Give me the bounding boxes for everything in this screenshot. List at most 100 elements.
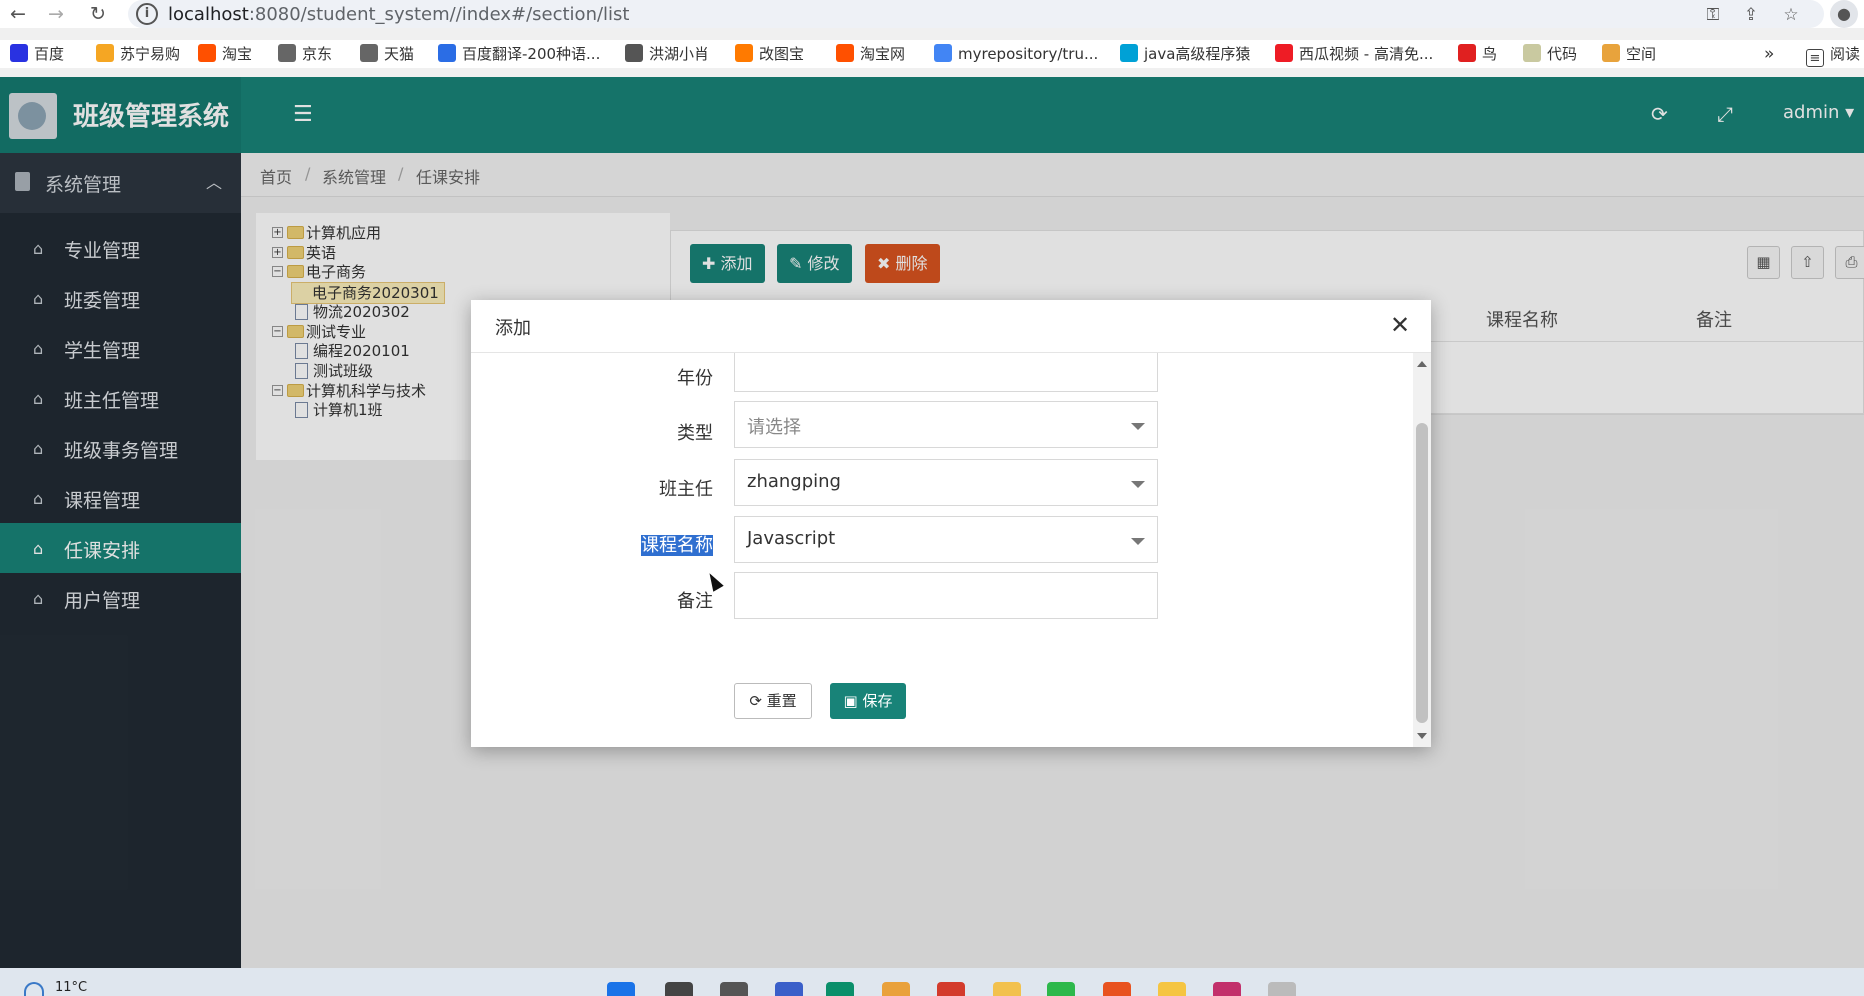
bookmark-item[interactable]: 百度翻译-200种语... xyxy=(438,42,600,66)
bookmark-label: 空间 xyxy=(1626,45,1657,63)
search-icon[interactable] xyxy=(665,982,693,996)
chrome-icon xyxy=(934,44,952,62)
course-select[interactable]: Javascript xyxy=(734,516,1158,563)
caret-down-icon xyxy=(1131,538,1145,545)
chrome-active-icon[interactable] xyxy=(937,982,965,996)
dialog-body: 年份 类型 请选择 班主任 zhangping 课程名称 Javascript … xyxy=(471,353,1413,747)
bookmark-item[interactable]: 苏宁易购 xyxy=(96,42,180,66)
url-field[interactable]: i localhost:8080/student_system//index#/… xyxy=(128,0,1824,28)
teacher-label: 班主任 xyxy=(659,479,713,500)
year-label: 年份 xyxy=(677,368,713,389)
remark-input[interactable] xyxy=(734,572,1158,619)
bookmark-label: 天猫 xyxy=(384,45,415,63)
globe-icon xyxy=(360,44,378,62)
bookmark-item[interactable]: 淘宝网 xyxy=(836,42,905,66)
teacher-select[interactable]: zhangping xyxy=(734,459,1158,506)
reload-icon[interactable]: ↻ xyxy=(86,2,110,26)
xigua-icon xyxy=(1275,44,1293,62)
save-button-label: 保存 xyxy=(862,692,893,710)
reset-button[interactable]: ⟳ 重置 xyxy=(734,683,812,719)
media-icon[interactable] xyxy=(1103,982,1131,996)
save-icon: ▣ xyxy=(843,692,858,710)
type-label: 类型 xyxy=(677,423,713,444)
url-path: :8080/student_system//index#/section/lis… xyxy=(248,4,630,25)
bookmark-label: 鸟 xyxy=(1482,45,1498,63)
reading-list-label: 阅读 xyxy=(1830,45,1861,63)
image-icon xyxy=(735,44,753,62)
bookmark-label: 苏宁易购 xyxy=(120,45,181,63)
baidu-icon xyxy=(10,44,28,62)
bookmark-item[interactable]: 京东 xyxy=(278,42,332,66)
bookmark-item[interactable]: 空间 xyxy=(1602,42,1656,66)
taskview-icon[interactable] xyxy=(720,982,748,996)
type-select[interactable]: 请选择 xyxy=(734,401,1158,448)
app-icon[interactable] xyxy=(775,982,803,996)
scroll-down-arrow-icon[interactable] xyxy=(1417,733,1427,739)
course-select-value: Javascript xyxy=(747,528,836,549)
bookmark-item[interactable]: 洪湖小肖 xyxy=(625,42,709,66)
site-info-icon[interactable]: i xyxy=(136,3,158,25)
back-arrow-icon[interactable]: ← xyxy=(6,2,30,26)
scroll-thumb[interactable] xyxy=(1416,423,1428,723)
app-icon[interactable] xyxy=(1268,982,1296,996)
browser-address-bar: ← → ↻ i localhost:8080/student_system//i… xyxy=(0,0,1864,28)
caret-down-icon xyxy=(1131,423,1145,430)
translate-icon xyxy=(438,44,456,62)
bookmark-item[interactable]: 天猫 xyxy=(360,42,414,66)
remark-label: 备注 xyxy=(677,591,713,612)
profile-icon[interactable]: ● xyxy=(1830,0,1858,28)
bookmark-item[interactable]: 百度 xyxy=(10,42,64,66)
bookmark-label: java高级程序猿 xyxy=(1144,45,1251,63)
type-select-placeholder: 请选择 xyxy=(747,417,801,438)
scroll-up-arrow-icon[interactable] xyxy=(1417,361,1427,367)
bookmark-item[interactable]: 西瓜视频 - 高清免... xyxy=(1275,42,1433,66)
folder-icon[interactable] xyxy=(993,982,1021,996)
bookmark-label: 百度 xyxy=(34,45,65,63)
bookmark-item[interactable]: java高级程序猿 xyxy=(1120,42,1250,66)
dialog-scrollbar[interactable] xyxy=(1413,353,1431,747)
refresh-icon: ⟳ xyxy=(749,692,762,710)
bookmark-item[interactable]: 改图宝 xyxy=(735,42,804,66)
suning-icon xyxy=(96,44,114,62)
globe-icon xyxy=(278,44,296,62)
bird-icon xyxy=(625,44,643,62)
chrome-icon[interactable] xyxy=(882,982,910,996)
weather-icon xyxy=(24,982,44,996)
bookmark-label: 淘宝网 xyxy=(860,45,906,63)
star-icon[interactable]: ☆ xyxy=(1780,4,1802,26)
save-button[interactable]: ▣ 保存 xyxy=(830,683,906,719)
bookmark-item[interactable]: 鸟 xyxy=(1458,42,1497,66)
reading-list[interactable]: ≡ 阅读 xyxy=(1806,42,1861,67)
bookmark-item[interactable]: 淘宝 xyxy=(198,42,252,66)
code-icon xyxy=(1523,44,1541,62)
app-icon[interactable] xyxy=(1158,982,1186,996)
bookmark-label: myrepository/tru... xyxy=(958,45,1099,63)
windows-start-icon[interactable] xyxy=(607,982,635,996)
bookmark-item[interactable]: myrepository/tru... xyxy=(934,42,1098,66)
weather-temperature: 11°C xyxy=(55,980,88,995)
close-icon[interactable]: ✕ xyxy=(1390,311,1410,339)
year-input[interactable] xyxy=(734,353,1158,392)
bookmark-item[interactable]: 代码 xyxy=(1523,42,1577,66)
add-dialog: 添加 ✕ 年份 类型 请选择 班主任 zhangping 课程名称 Javasc… xyxy=(471,300,1431,747)
bookmarks-bar: 空间 代码 鸟 西瓜视频 - 高清免... java高级程序猿 myrepository/… xyxy=(0,40,1864,68)
reset-button-label: 重置 xyxy=(766,692,797,710)
share-icon[interactable]: ⇪ xyxy=(1740,4,1762,26)
teacher-select-value: zhangping xyxy=(747,471,841,492)
ide-icon[interactable] xyxy=(1213,982,1241,996)
bookmark-label: 代码 xyxy=(1547,45,1578,63)
bookmark-label: 西瓜视频 - 高清免... xyxy=(1299,45,1434,63)
bookmark-label: 淘宝 xyxy=(222,45,253,63)
bookmark-label: 京东 xyxy=(302,45,333,63)
edge-icon[interactable] xyxy=(826,982,854,996)
caret-down-icon xyxy=(1131,481,1145,488)
reading-list-icon: ≡ xyxy=(1806,49,1824,67)
bookmarks-more[interactable]: » xyxy=(1764,42,1774,66)
dialog-title: 添加 xyxy=(495,318,531,339)
taobao-icon xyxy=(836,44,854,62)
key-icon[interactable]: ⚿ xyxy=(1702,4,1724,26)
dialog-header: 添加 ✕ xyxy=(471,300,1431,353)
wechat-icon[interactable] xyxy=(1047,982,1075,996)
forward-arrow-icon[interactable]: → xyxy=(44,2,68,26)
qzone-icon xyxy=(1602,44,1620,62)
